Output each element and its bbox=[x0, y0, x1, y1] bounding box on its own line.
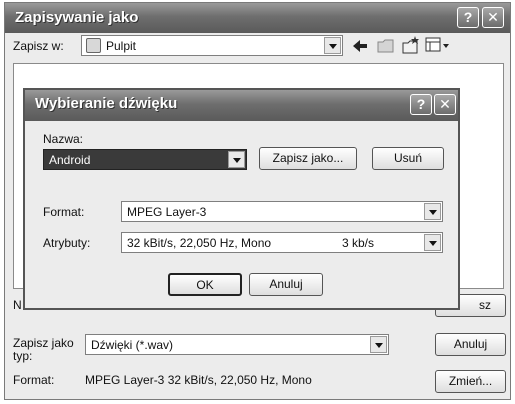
help-button[interactable]: ? bbox=[410, 94, 432, 115]
close-button[interactable]: ✕ bbox=[482, 7, 504, 28]
format-value: MPEG Layer-3 bbox=[127, 205, 207, 219]
save-in-select[interactable]: Pulpit bbox=[81, 35, 343, 56]
close-button[interactable]: ✕ bbox=[434, 94, 456, 115]
format-label: Format: bbox=[43, 205, 85, 219]
format-label: Format: bbox=[13, 373, 55, 387]
desktop-icon bbox=[86, 38, 101, 53]
delete-button[interactable]: Usuń bbox=[372, 147, 444, 170]
name-value: Android bbox=[49, 153, 91, 167]
sound-selection-titlebar[interactable]: Wybieranie dźwięku ? ✕ bbox=[25, 90, 458, 121]
cancel-button[interactable]: Anuluj bbox=[435, 333, 506, 356]
file-name-label: N bbox=[13, 298, 22, 312]
save-as-type-label: Zapisz jako typ: bbox=[13, 336, 74, 363]
attributes-rate: 3 kb/s bbox=[342, 236, 375, 250]
save-button-label: sz bbox=[479, 298, 491, 312]
save-in-label: Zapisz w: bbox=[13, 39, 64, 53]
change-button[interactable]: Zmień... bbox=[435, 370, 506, 393]
chevron-down-icon[interactable] bbox=[424, 203, 441, 220]
sound-selection-dialog: Wybieranie dźwięku ? ✕ Nazwa: Android Za… bbox=[23, 88, 460, 310]
back-arrow-icon[interactable] bbox=[351, 38, 369, 54]
save-as-button[interactable]: Zapisz jako... bbox=[259, 147, 357, 170]
attributes-value: 32 kBit/s, 22,050 Hz, Mono bbox=[127, 236, 272, 250]
save-as-titlebar[interactable]: Zapisywanie jako ? ✕ bbox=[5, 3, 510, 33]
new-folder-icon[interactable] bbox=[401, 35, 421, 55]
ok-button[interactable]: OK bbox=[168, 273, 242, 296]
chevron-down-icon[interactable] bbox=[370, 336, 387, 353]
format-value: MPEG Layer-3 32 kBit/s, 22,050 Hz, Mono bbox=[85, 373, 312, 387]
chevron-down-icon[interactable] bbox=[228, 151, 245, 168]
save-as-title: Zapisywanie jako bbox=[15, 9, 139, 26]
attributes-label: Atrybuty: bbox=[43, 236, 91, 250]
chevron-down-icon[interactable] bbox=[324, 37, 341, 54]
save-in-value: Pulpit bbox=[106, 39, 137, 53]
attributes-select[interactable]: 32 kBit/s, 22,050 Hz, Mono 3 kb/s bbox=[121, 232, 443, 253]
help-button[interactable]: ? bbox=[457, 7, 479, 28]
save-as-type-select[interactable]: Dźwięki (*.wav) bbox=[85, 334, 389, 355]
name-select[interactable]: Android bbox=[43, 149, 247, 170]
cancel-button[interactable]: Anuluj bbox=[249, 273, 323, 296]
chevron-down-icon[interactable] bbox=[424, 234, 441, 251]
format-select[interactable]: MPEG Layer-3 bbox=[121, 201, 443, 222]
view-menu-icon[interactable] bbox=[425, 36, 451, 54]
sound-selection-title: Wybieranie dźwięku bbox=[35, 95, 178, 112]
up-folder-icon[interactable] bbox=[377, 37, 395, 54]
name-label: Nazwa: bbox=[43, 132, 84, 146]
save-as-type-value: Dźwięki (*.wav) bbox=[91, 338, 174, 352]
